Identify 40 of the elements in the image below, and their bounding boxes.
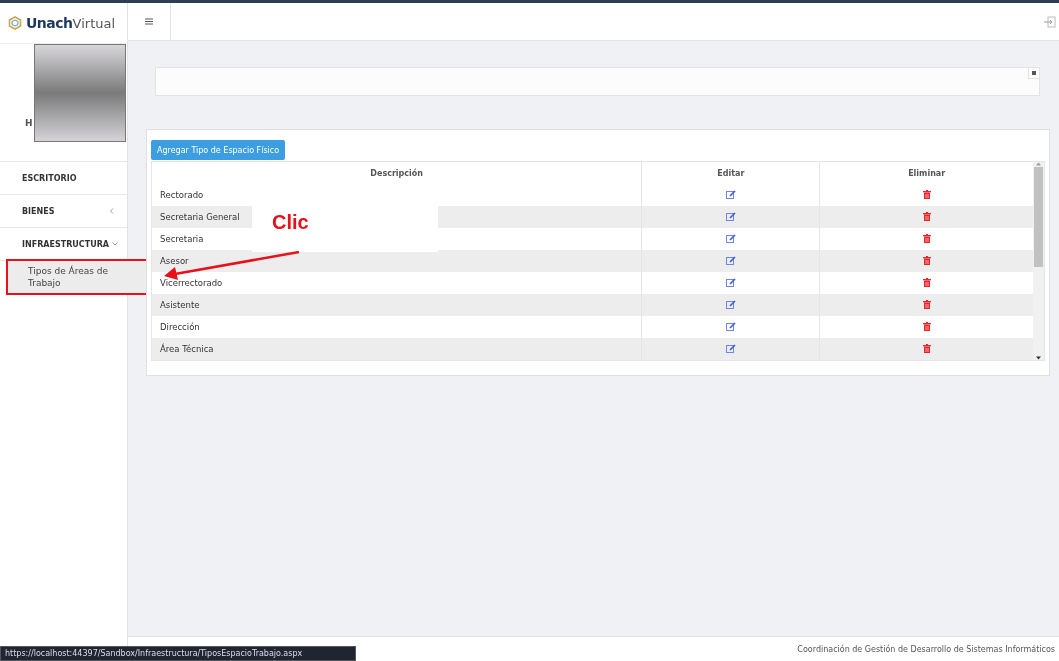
brand-logo-text: UnachVirtual [26,15,116,31]
trash-icon[interactable] [922,343,931,353]
logout-icon[interactable] [1044,15,1056,28]
edit-icon[interactable] [725,277,736,287]
trash-icon[interactable] [922,255,931,265]
table-cell: Asesor [160,256,189,266]
menu-icon[interactable] [145,18,153,25]
submenu-item[interactable]: Tipos de Áreas de Trabajo [8,261,147,293]
table-cell: Rectorado [160,190,204,200]
sidebar-item[interactable]: ESCRITORIO [0,162,127,195]
trash-icon[interactable] [922,189,931,199]
trash-icon[interactable] [922,211,931,221]
edit-icon[interactable] [725,321,736,331]
edit-icon[interactable] [725,299,736,309]
table-cell: Asistente [160,300,200,310]
trash-icon[interactable] [922,277,931,287]
column-header: Editar [717,168,745,178]
table-cell: Secretaria [160,234,204,244]
trash-icon[interactable] [922,233,931,243]
status-url: https://localhost:44397/Sandbox/Infraestructura/TiposEspacioTrabajo.aspx [0,646,356,661]
edit-icon[interactable] [725,343,736,353]
footer-text: Coordinación de Gestión de Desarrollo de Sistemas Informáticos [797,644,1055,654]
table-cell: Dirección [160,322,200,332]
edit-icon[interactable] [725,211,736,221]
table-cell: Secretaria General [160,212,240,222]
sidebar-item[interactable]: BIENES [0,195,127,228]
table-cell: Área Técnica [160,344,214,354]
column-header: Eliminar [908,168,946,178]
scroll-down-icon[interactable] [1036,356,1041,360]
column-header: Descripción [370,168,423,178]
trash-icon[interactable] [922,321,931,331]
trash-icon[interactable] [922,299,931,309]
table-cell: Vicerrectorado [160,278,223,288]
edit-icon[interactable] [725,255,736,265]
user-name: H [25,118,33,128]
annotation-label: Clic [272,211,309,234]
hexagon-logo-icon [8,16,22,30]
edit-icon[interactable] [725,233,736,243]
scrollbar[interactable] [1033,162,1044,360]
edit-icon[interactable] [725,189,736,199]
